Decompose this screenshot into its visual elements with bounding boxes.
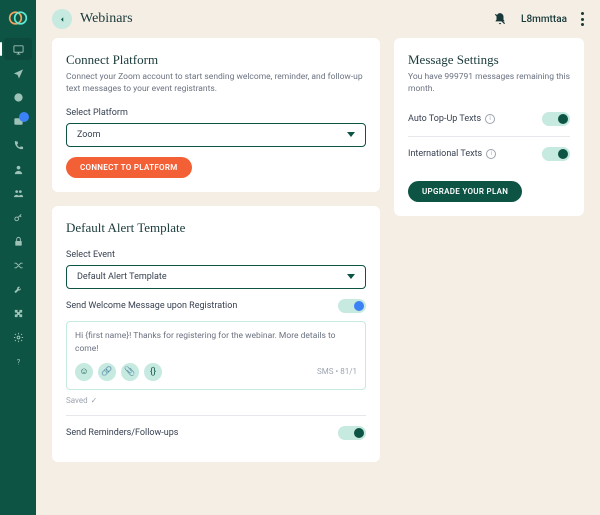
message-settings-card: Message Settings You have 999791 message…: [394, 38, 584, 216]
divider: [66, 415, 366, 416]
event-select-value: Default Alert Template: [77, 272, 167, 282]
event-select-label: Select Event: [66, 250, 366, 260]
sidebar-item-puzzle[interactable]: [4, 302, 32, 324]
settings-title: Message Settings: [408, 52, 570, 68]
chevron-down-icon: [347, 132, 355, 137]
sidebar-item-help[interactable]: ?: [4, 350, 32, 372]
sidebar-item-keys[interactable]: [4, 206, 32, 228]
attachment-button[interactable]: 📎: [121, 363, 139, 381]
notification-badge: [19, 112, 29, 122]
sidebar-item-wrench[interactable]: [4, 278, 32, 300]
connect-title: Connect Platform: [66, 52, 366, 68]
character-count: SMS • 81/1: [317, 366, 357, 378]
emoji-picker-button[interactable]: ☺: [75, 363, 93, 381]
notifications-icon[interactable]: [493, 12, 507, 26]
sidebar-item-chat[interactable]: [4, 86, 32, 108]
page-header: Webinars L8mmttaa: [36, 0, 600, 38]
info-icon[interactable]: i: [485, 114, 495, 124]
sidebar-item-messages[interactable]: [4, 110, 32, 132]
link-button[interactable]: 🔗: [98, 363, 116, 381]
platform-select-value: Zoom: [77, 130, 100, 140]
info-icon[interactable]: i: [486, 149, 496, 159]
international-toggle[interactable]: [542, 147, 570, 161]
chevron-down-icon: [347, 274, 355, 279]
sidebar-item-lock[interactable]: [4, 230, 32, 252]
sidebar-item-groups[interactable]: [4, 182, 32, 204]
sidebar-item-phone[interactable]: [4, 134, 32, 156]
sidebar-item-shuffle[interactable]: [4, 254, 32, 276]
auto-topup-toggle[interactable]: [542, 112, 570, 126]
menu-button[interactable]: [581, 12, 584, 26]
variable-button[interactable]: {}: [144, 363, 162, 381]
sidebar-item-display[interactable]: [4, 38, 32, 60]
sidebar-item-send[interactable]: [4, 62, 32, 84]
messages-remaining: You have 999791 messages remaining this …: [408, 72, 570, 96]
welcome-toggle-label: Send Welcome Message upon Registration: [66, 301, 237, 311]
connect-platform-card: Connect Platform Connect your Zoom accou…: [52, 38, 380, 192]
svg-text:?: ?: [16, 357, 20, 366]
welcome-message-toggle[interactable]: [338, 299, 366, 313]
main-content: Webinars L8mmttaa Connect Platform Conne…: [36, 0, 600, 515]
default-alert-template-card: Default Alert Template Select Event Defa…: [52, 206, 380, 463]
welcome-message-textarea[interactable]: Hi {first name}! Thanks for registering …: [66, 321, 366, 391]
upgrade-plan-button[interactable]: UPGRADE YOUR PLAN: [408, 181, 522, 202]
reminders-toggle[interactable]: [338, 426, 366, 440]
sidebar-item-contacts[interactable]: [4, 158, 32, 180]
international-label: International Texts: [408, 149, 482, 159]
connect-subtitle: Connect your Zoom account to start sendi…: [66, 72, 366, 96]
saved-indicator: Saved ✓: [66, 396, 366, 405]
sidebar-item-settings[interactable]: [4, 326, 32, 348]
app-logo: [8, 8, 28, 28]
user-name[interactable]: L8mmttaa: [521, 14, 567, 25]
template-title: Default Alert Template: [66, 220, 366, 236]
connect-platform-button[interactable]: CONNECT TO PLATFORM: [66, 157, 192, 178]
back-button[interactable]: [52, 9, 72, 29]
welcome-message-text: Hi {first name}! Thanks for registering …: [75, 330, 357, 356]
sidebar: ?: [0, 0, 36, 515]
auto-topup-label: Auto Top-Up Texts: [408, 114, 481, 124]
platform-select[interactable]: Zoom: [66, 123, 366, 147]
platform-select-label: Select Platform: [66, 108, 366, 118]
reminders-toggle-label: Send Reminders/Follow-ups: [66, 428, 178, 438]
page-title: Webinars: [80, 11, 133, 27]
event-select[interactable]: Default Alert Template: [66, 265, 366, 289]
